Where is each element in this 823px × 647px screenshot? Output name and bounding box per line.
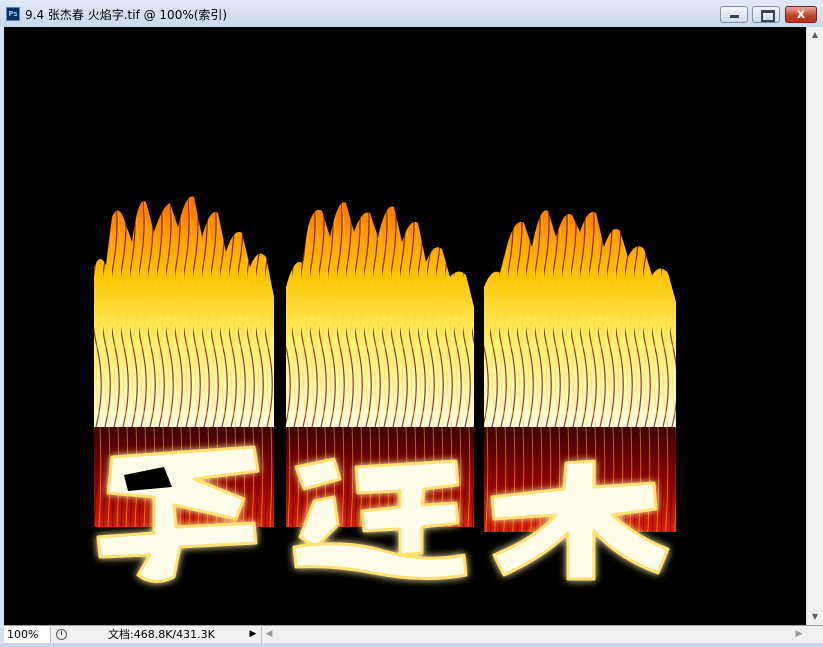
scroll-down-arrow-icon[interactable]: ▼ [807,609,823,625]
horizontal-scrollbar[interactable]: ◀ ▶ [261,626,806,643]
scroll-left-arrow-icon[interactable]: ◀ [262,626,276,643]
close-button[interactable]: x [785,6,817,23]
status-menu-arrow-icon[interactable]: ▶ [247,626,259,643]
window-bottom-border [0,643,823,647]
title-bar[interactable]: Ps 9.4 张杰春 火焰字.tif @ 100%(索引) x [0,0,823,27]
maximize-button[interactable] [752,6,780,23]
close-icon: x [796,7,806,22]
document-window: Ps 9.4 张杰春 火焰字.tif @ 100%(索引) x ▲ ▼ 100%… [0,0,823,647]
zoom-level-field[interactable]: 100% [4,626,51,643]
maximize-icon [761,10,775,22]
image-canvas[interactable] [4,27,806,625]
minimize-icon [730,15,739,18]
scroll-right-arrow-icon[interactable]: ▶ [792,626,806,643]
document-size-info: 文档:468.8K/431.3K [108,628,215,641]
vertical-scrollbar[interactable]: ▲ ▼ [806,27,823,625]
photoshop-app-icon[interactable]: Ps [6,7,20,21]
minimize-button[interactable] [720,6,748,23]
status-info-icon[interactable] [56,629,67,640]
flame-text-artwork [94,196,676,583]
window-title: 9.4 张杰春 火焰字.tif @ 100%(索引) [25,8,228,22]
status-bar: 100% 文档:468.8K/431.3K ▶ ◀ ▶ [4,625,823,643]
scroll-up-arrow-icon[interactable]: ▲ [807,27,823,43]
